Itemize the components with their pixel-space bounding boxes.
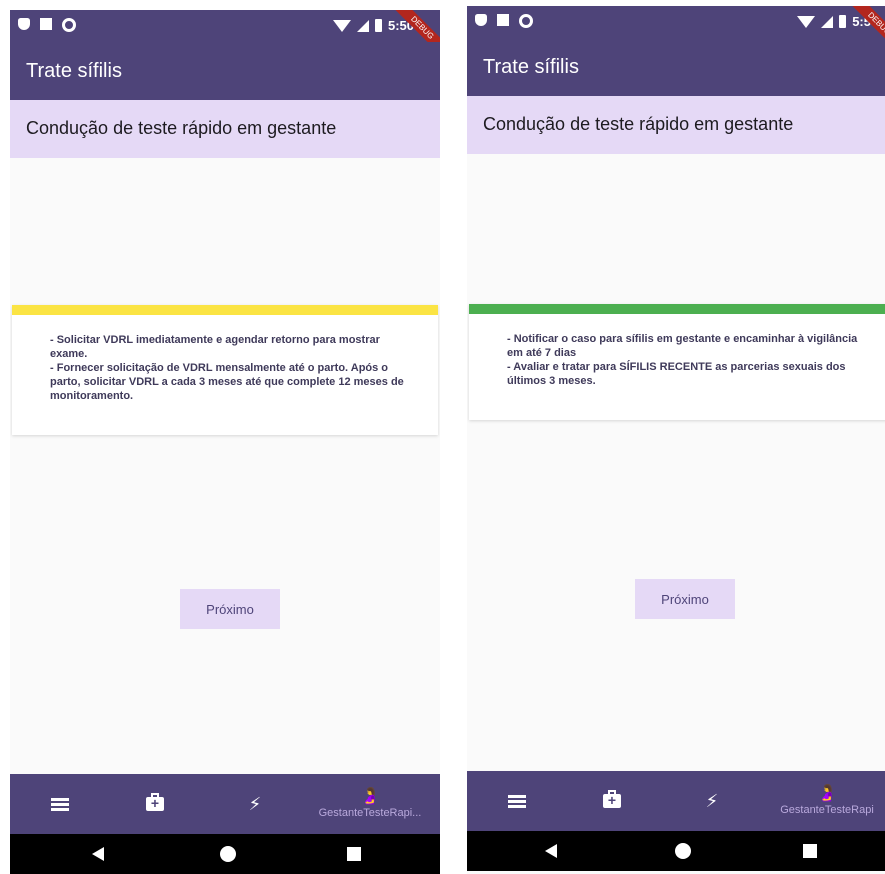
signal-icon [356,19,369,32]
system-navigation-bar [10,834,440,874]
home-icon[interactable] [220,846,236,862]
section-header: Condução de teste rápido em gestante [10,100,440,158]
recommendation-card: - Notificar o caso para sífilis em gesta… [469,304,885,420]
nav-item-gestante[interactable]: 🤰 GestanteTesteRapi [757,771,885,831]
battery-icon [839,15,847,28]
wifi-icon [332,19,351,32]
nav-item-menu[interactable] [30,774,90,834]
section-title: Condução de teste rápido em gestante [26,118,337,138]
recommendation-line: - Fornecer solicitação de VDRL mensalmen… [50,362,404,402]
pregnant-woman-icon: 🤰 [817,785,837,802]
sd-card-icon [497,14,509,26]
bottom-navigation: ⚡ 🤰 GestanteTesteRapi... [10,774,440,834]
recommendation-card: - Solicitar VDRL imediatamente e agendar… [12,305,438,435]
circle-icon [62,18,76,32]
nav-item-label: GestanteTesteRapi [780,804,874,816]
section-header: Condução de teste rápido em gestante [467,96,885,154]
status-bar: 5:5 DEBUG [467,6,885,57]
nav-item-label: GestanteTesteRapi... [318,807,422,819]
next-button[interactable]: Próximo [635,579,735,619]
signal-icon [821,15,834,28]
app-bar: Trate sífilis [10,42,440,100]
status-bar: 5:50 DEBUG [10,10,440,61]
recommendation-text: - Notificar o caso para sífilis em gesta… [469,314,885,388]
shield-icon [18,18,30,30]
menu-icon [508,793,526,810]
status-color-bar [469,304,885,314]
recommendation-line: - Solicitar VDRL imediatamente e agendar… [50,334,380,360]
bottom-navigation: ⚡ 🤰 GestanteTesteRapi [467,771,885,831]
phone-screen-left: 5:50 DEBUG Trate sífilis Condução de tes… [10,10,440,874]
recent-apps-icon[interactable] [347,847,361,861]
phone-screen-right: 5:5 DEBUG Trate sífilis Condução de test… [467,6,885,874]
battery-icon [374,19,382,32]
app-title: Trate sífilis [26,60,122,82]
home-icon[interactable] [675,843,691,859]
bolt-icon: ⚡ [248,793,262,814]
bolt-icon: ⚡ [705,790,719,811]
nav-item-medical[interactable] [582,771,642,831]
circle-icon [519,14,533,28]
app-bar: Trate sífilis [467,38,885,96]
section-title: Condução de teste rápido em gestante [483,114,794,134]
nav-item-quick[interactable]: ⚡ [225,774,285,834]
nav-item-gestante[interactable]: 🤰 GestanteTesteRapi... [300,774,440,834]
back-icon[interactable] [92,847,104,861]
menu-icon [51,796,69,813]
back-icon[interactable] [545,844,557,858]
recommendation-line: - Avaliar e tratar para SÍFILIS RECENTE … [507,361,846,387]
app-title: Trate sífilis [483,56,579,78]
status-color-bar [12,305,438,315]
recent-apps-icon[interactable] [803,844,817,858]
pregnant-woman-icon: 🤰 [360,788,380,805]
sd-card-icon [40,18,52,30]
system-navigation-bar [467,831,885,871]
next-button[interactable]: Próximo [180,589,280,629]
recommendation-text: - Solicitar VDRL imediatamente e agendar… [12,315,438,403]
nav-item-quick[interactable]: ⚡ [682,771,742,831]
nav-item-menu[interactable] [487,771,547,831]
nav-item-medical[interactable] [125,774,185,834]
wifi-icon [797,15,816,28]
recommendation-line: - Notificar o caso para sífilis em gesta… [507,333,858,359]
medical-kit-icon [146,793,164,811]
medical-kit-icon [603,790,621,808]
shield-icon [475,14,487,26]
